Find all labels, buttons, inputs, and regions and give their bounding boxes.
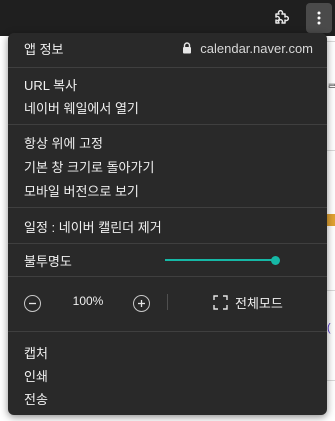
always-on-top-label: 항상 위에 고정: [24, 135, 103, 151]
menu-divider: [8, 207, 327, 208]
plus-icon: [138, 300, 145, 307]
opacity-slider-thumb[interactable]: [271, 256, 280, 265]
menu-divider: [8, 124, 327, 125]
site-info: calendar.naver.com: [182, 37, 313, 59]
open-in-whale-label: 네이버 웨일에서 열기: [24, 100, 139, 116]
open-in-whale-item[interactable]: 네이버 웨일에서 열기: [8, 96, 327, 118]
menu-divider: [8, 276, 327, 277]
restore-window-size-label: 기본 창 크기로 돌아가기: [24, 159, 155, 175]
lock-icon: [183, 42, 192, 54]
remove-app-item[interactable]: 일정 : 네이버 캘린더 제거: [8, 215, 327, 237]
menu-divider: [8, 67, 327, 68]
copy-url-item[interactable]: URL 복사: [8, 73, 327, 95]
restore-window-size-item[interactable]: 기본 창 크기로 돌아가기: [8, 155, 327, 177]
send-item[interactable]: 전송: [8, 387, 327, 409]
fullscreen-icon: [213, 294, 228, 310]
print-label: 인쇄: [24, 368, 48, 384]
more-vertical-icon: [317, 11, 321, 25]
minus-icon: [29, 302, 36, 305]
menu-divider: [8, 243, 327, 244]
site-domain: calendar.naver.com: [200, 40, 313, 56]
app-menu: 앱 정보 calendar.naver.com URL 복사 네이버 웨일에서 …: [8, 33, 327, 415]
zoom-out-button[interactable]: [24, 295, 41, 312]
opacity-slider-track[interactable]: [165, 259, 277, 261]
fullscreen-button[interactable]: 전체모드: [213, 292, 283, 312]
page-divider: [327, 290, 335, 291]
page-divider: [327, 150, 335, 151]
menu-divider: [8, 331, 327, 332]
view-mobile-label: 모바일 버전으로 보기: [24, 183, 139, 199]
always-on-top-item[interactable]: 항상 위에 고정: [8, 131, 327, 153]
print-item[interactable]: 인쇄: [8, 364, 327, 386]
page-divider: [327, 380, 335, 381]
page-edge-text: (: [327, 322, 331, 334]
capture-label: 캡처: [24, 345, 48, 361]
zoom-in-button[interactable]: [133, 295, 150, 312]
page-divider: [327, 41, 335, 42]
send-label: 전송: [24, 391, 48, 407]
puzzle-icon: [275, 10, 289, 24]
zoom-level: 100%: [72, 294, 104, 308]
extensions-button[interactable]: [265, 6, 295, 32]
fullscreen-label: 전체모드: [235, 295, 283, 311]
opacity-label: 불투명도: [24, 253, 72, 269]
page-edge-text: ᄅ: [327, 83, 335, 95]
more-menu-button[interactable]: [306, 3, 332, 33]
copy-url-label: URL 복사: [24, 77, 78, 93]
zoom-divider: [167, 294, 168, 310]
page-event-marker: [327, 214, 335, 226]
capture-item[interactable]: 캡처: [8, 341, 327, 363]
app-title-bar: [0, 0, 335, 36]
remove-app-label: 일정 : 네이버 캘린더 제거: [24, 219, 162, 235]
view-mobile-item[interactable]: 모바일 버전으로 보기: [8, 179, 327, 201]
app-info-label: 앱 정보: [24, 41, 64, 57]
app-info-item[interactable]: 앱 정보 calendar.naver.com: [8, 37, 327, 59]
